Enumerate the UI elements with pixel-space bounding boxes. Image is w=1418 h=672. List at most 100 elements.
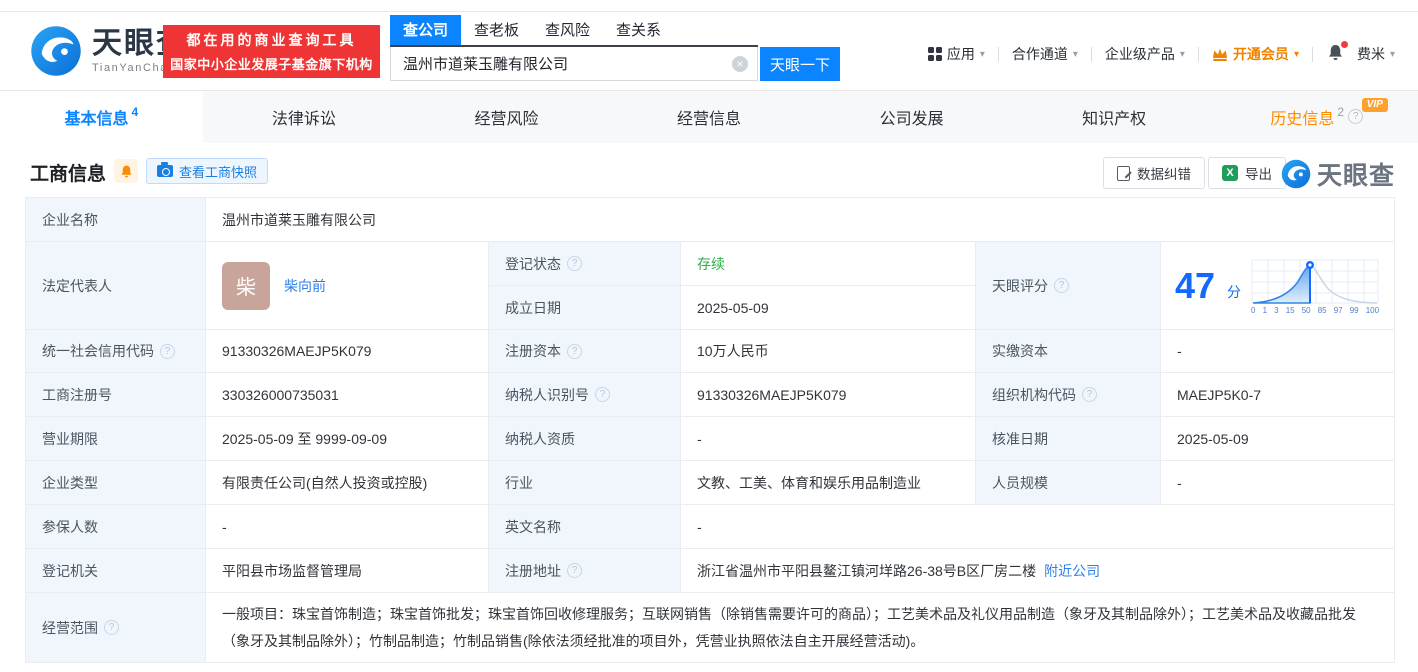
reg-number-value: 330326000735031 (206, 373, 489, 417)
search-button[interactable]: 天眼一下 (760, 47, 840, 81)
reg-status-label-text: 登记状态 (505, 254, 561, 274)
search-tab-risk[interactable]: 查风险 (532, 15, 603, 45)
reg-authority-label: 登记机关 (26, 549, 206, 593)
axis-tick: 85 (1318, 306, 1327, 315)
nav-channel[interactable]: 合作通道 ▾ (1012, 44, 1078, 64)
taxpayer-id-value: 91330326MAEJP5K079 (681, 373, 976, 417)
axis-tick: 0 (1251, 306, 1255, 315)
tab-operating-risk[interactable]: 经营风险 (405, 91, 608, 143)
legal-rep-avatar[interactable]: 柴 (222, 262, 270, 310)
score-cell[interactable]: 47 分 (1161, 242, 1394, 330)
search-tabs: 查公司 查老板 查风险 查关系 (390, 15, 758, 47)
insured-count-value: - (206, 505, 489, 549)
business-scope-label-text: 经营范围 (42, 618, 98, 638)
section-title: 工商信息 (30, 159, 106, 186)
approval-date-value: 2025-05-09 (1161, 417, 1394, 461)
export-button[interactable]: X 导出 (1208, 157, 1286, 189)
search-tab-relation[interactable]: 查关系 (603, 15, 674, 45)
nav-apps-label: 应用 (947, 44, 975, 64)
english-name-label: 英文名称 (489, 505, 681, 549)
credit-code-label-text: 统一社会信用代码 (42, 341, 154, 361)
establish-date-label: 成立日期 (489, 286, 681, 330)
tab-company-development[interactable]: 公司发展 (810, 91, 1013, 143)
site-header: 天眼查 TianYanCha.com 都在用的商业查询工具 国家中小企业发展子基… (0, 12, 1418, 90)
reg-address-label: 注册地址 ? (489, 549, 681, 593)
score-value: 47 (1175, 268, 1215, 304)
nav-enterprise[interactable]: 企业级产品 ▾ (1105, 44, 1185, 64)
chevron-down-icon: ▾ (980, 49, 985, 60)
search-tab-company[interactable]: 查公司 (390, 15, 461, 45)
score-curve (1251, 259, 1379, 305)
excel-icon: X (1222, 165, 1238, 181)
nav-user-menu[interactable]: 费米 ▾ (1357, 44, 1395, 64)
help-icon[interactable]: ? (595, 387, 610, 402)
monitor-bell-button[interactable] (114, 159, 138, 183)
bell-icon (119, 164, 134, 179)
business-snapshot-button[interactable]: 查看工商快照 (146, 158, 268, 184)
taxpayer-id-label: 纳税人识别号 ? (489, 373, 681, 417)
credit-code-label: 统一社会信用代码 ? (26, 330, 206, 373)
business-scope-label: 经营范围 ? (26, 593, 206, 662)
tab-basic-info-count: 4 (131, 105, 138, 119)
tab-basic-info[interactable]: 基本信息 4 (0, 91, 203, 143)
tab-ip-label: 知识产权 (1082, 105, 1146, 129)
tab-risk-label: 经营风险 (474, 105, 538, 129)
data-correction-button[interactable]: 数据纠错 (1103, 157, 1205, 189)
header-nav: 应用 ▾ 合作通道 ▾ 企业级产品 ▾ 开通会员 ▾ (928, 43, 1395, 65)
staff-size-value: - (1161, 461, 1394, 505)
help-icon[interactable]: ? (1082, 387, 1097, 402)
tianyancha-logo-icon (1281, 159, 1311, 189)
axis-tick: 100 (1366, 306, 1379, 315)
nearby-companies-link[interactable]: 附近公司 (1044, 561, 1100, 581)
business-term-value: 2025-05-09 至 9999-09-09 (206, 417, 489, 461)
score-label-text: 天眼评分 (992, 276, 1048, 296)
help-icon[interactable]: ? (567, 344, 582, 359)
english-name-value: - (681, 505, 1394, 549)
search-input[interactable] (390, 47, 758, 81)
credit-code-value: 91330326MAEJP5K079 (206, 330, 489, 373)
export-button-label: 导出 (1245, 163, 1272, 183)
tab-legal-proceedings[interactable]: 法律诉讼 (203, 91, 406, 143)
help-icon[interactable]: ? (160, 344, 175, 359)
help-icon[interactable]: ? (567, 563, 582, 578)
snapshot-button-label: 查看工商快照 (179, 162, 257, 181)
help-icon[interactable]: ? (1348, 109, 1363, 124)
taxpayer-quality-label: 纳税人资质 (489, 417, 681, 461)
tab-business-info[interactable]: 经营信息 (608, 91, 811, 143)
chevron-down-icon: ▾ (1390, 49, 1395, 60)
company-type-value: 有限责任公司(自然人投资或控股) (206, 461, 489, 505)
help-icon[interactable]: ? (1054, 278, 1069, 293)
axis-tick: 50 (1302, 306, 1311, 315)
business-term-label: 营业期限 (26, 417, 206, 461)
insured-count-label: 参保人数 (26, 505, 206, 549)
legal-rep-name-link[interactable]: 柴向前 (284, 276, 326, 296)
nav-vip-upgrade[interactable]: 开通会员 ▾ (1212, 44, 1299, 64)
help-icon[interactable]: ? (567, 256, 582, 271)
axis-tick: 1 (1263, 306, 1267, 315)
org-code-value: MAEJP5K0-7 (1161, 373, 1394, 417)
axis-tick: 99 (1350, 306, 1359, 315)
taxpayer-quality-value: - (681, 417, 976, 461)
tab-development-label: 公司发展 (880, 105, 944, 129)
axis-tick: 3 (1274, 306, 1278, 315)
score-axis: 0 1 3 15 50 85 97 99 100 (1251, 306, 1379, 315)
business-scope-value: 一般项目：珠宝首饰制造；珠宝首饰批发；珠宝首饰回收修理服务；互联网销售（除销售需… (206, 593, 1394, 662)
search-input-wrap: × (390, 47, 758, 81)
banner-line2: 国家中小企业发展子基金旗下机构 (170, 54, 373, 73)
watermark-text: 天眼查 (1317, 156, 1395, 192)
notification-badge-dot (1341, 41, 1348, 48)
nav-divider (1198, 47, 1199, 62)
nav-apps[interactable]: 应用 ▾ (928, 44, 985, 64)
tianyancha-company-page: 天眼查 TianYanCha.com 都在用的商业查询工具 国家中小企业发展子基… (0, 0, 1418, 672)
banner-line1: 都在用的商业查询工具 (187, 30, 357, 50)
org-code-label: 组织机构代码 ? (976, 373, 1161, 417)
tab-intellectual-property[interactable]: 知识产权 (1013, 91, 1216, 143)
search-tab-boss[interactable]: 查老板 (461, 15, 532, 45)
staff-size-label: 人员规模 (976, 461, 1161, 505)
tab-history-info[interactable]: VIP 历史信息 2 ? (1215, 91, 1418, 143)
chevron-down-icon: ▾ (1294, 49, 1299, 60)
help-icon[interactable]: ? (104, 620, 119, 635)
notifications-bell[interactable] (1326, 43, 1345, 65)
clear-search-icon[interactable]: × (732, 56, 748, 72)
tab-basic-info-label: 基本信息 (64, 105, 128, 129)
